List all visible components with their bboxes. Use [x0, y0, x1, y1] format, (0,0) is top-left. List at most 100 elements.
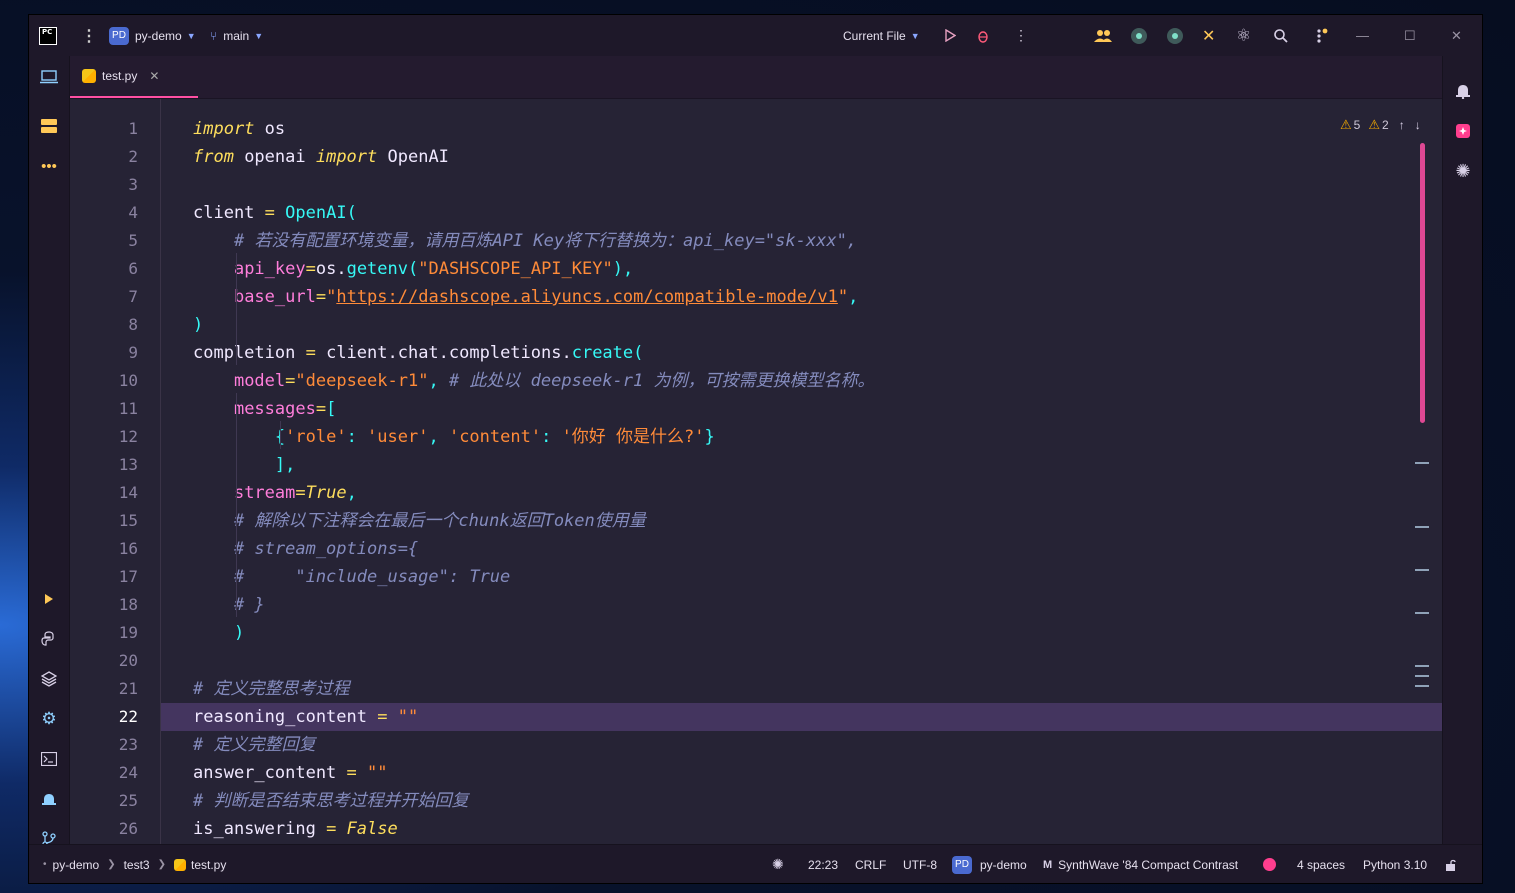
terminal-button[interactable]	[29, 747, 69, 771]
previous-problem-icon[interactable]: ↑	[1399, 118, 1405, 132]
line-number[interactable]: 13	[70, 451, 138, 479]
settings-menu-button[interactable]	[1314, 15, 1328, 56]
line-number[interactable]: 18	[70, 591, 138, 619]
line-number[interactable]: 1	[70, 115, 138, 143]
code-line[interactable]: import os	[193, 115, 285, 143]
code-line[interactable]: # 若没有配置环境变量，请用百炼API Key将下行替换为：api_key="s…	[193, 227, 857, 255]
inspection-widget[interactable]: ⚠ 5 ⚠ 2 ↑ ↓	[1340, 115, 1421, 135]
code-line[interactable]: # 定义完整思考过程	[193, 675, 349, 703]
main-menu-icon[interactable]: ⋮	[81, 15, 97, 56]
breadcrumb-item[interactable]: py-demo	[53, 858, 100, 872]
code-line[interactable]: stream=True,	[193, 479, 357, 507]
code-line[interactable]: completion = client.chat.completions.cre…	[193, 339, 643, 367]
more-actions-icon[interactable]: ⋮	[1014, 15, 1028, 56]
code-line[interactable]: ],	[193, 451, 295, 479]
line-number[interactable]: 10	[70, 367, 138, 395]
code-line[interactable]: # 解除以下注释会在最后一个chunk返回Token使用量	[193, 507, 646, 535]
line-number[interactable]: 26	[70, 815, 138, 843]
line-number[interactable]: 3	[70, 171, 138, 199]
code-line[interactable]: messages=[	[193, 395, 336, 423]
line-number[interactable]: 7	[70, 283, 138, 311]
line-number[interactable]: 4	[70, 199, 138, 227]
ai-assistant-icon[interactable]: ⚛	[1236, 15, 1251, 56]
code-line[interactable]: # }	[193, 591, 265, 619]
plugin-status-button-2[interactable]	[1166, 15, 1184, 56]
cursor-position[interactable]: 22:23	[808, 845, 838, 883]
indent-setting[interactable]: 4 spaces	[1297, 845, 1345, 883]
code-line[interactable]: )	[193, 311, 203, 339]
tab-close-icon[interactable]: ✕	[149, 69, 159, 83]
database-button[interactable]	[29, 114, 69, 138]
run-button[interactable]	[944, 15, 956, 56]
line-number[interactable]: 25	[70, 787, 138, 815]
code-line[interactable]: # stream_options={	[193, 535, 418, 563]
code-with-me-button[interactable]	[1094, 15, 1112, 56]
minimize-icon[interactable]: —	[1356, 15, 1369, 56]
status-pink-dot[interactable]	[1263, 845, 1276, 883]
line-number[interactable]: 17	[70, 563, 138, 591]
interpreter-selector[interactable]: PD py-demo	[952, 845, 1027, 883]
line-number[interactable]: 12	[70, 423, 138, 451]
line-separator[interactable]: CRLF	[855, 845, 886, 883]
maximize-icon[interactable]: ☐	[1404, 15, 1416, 56]
line-number[interactable]: 20	[70, 647, 138, 675]
problems-button[interactable]	[29, 787, 69, 811]
tab-test-py[interactable]: test.py ✕	[70, 56, 198, 98]
debug-button[interactable]	[976, 15, 990, 56]
theme-indicator[interactable]: M SynthWave '84 Compact Contrast	[1043, 845, 1238, 883]
python-version[interactable]: Python 3.10	[1363, 845, 1427, 883]
code-line[interactable]: answer_content = ""	[193, 759, 388, 787]
branch-selector[interactable]: ⑂ main ▼	[210, 15, 263, 56]
line-number[interactable]: 23	[70, 731, 138, 759]
line-number[interactable]: 24	[70, 759, 138, 787]
ai-chat-button[interactable]	[1443, 119, 1482, 143]
settings-gear-icon[interactable]: ⚙	[29, 707, 69, 731]
breadcrumb-item[interactable]: test3	[124, 858, 150, 872]
code-line[interactable]: # 判断是否结束思考过程并开始回复	[193, 787, 468, 815]
run-config-selector[interactable]: Current File ▼	[843, 15, 920, 56]
code-line[interactable]: is_answering = False	[193, 815, 398, 843]
tools-icon[interactable]: ✕	[1202, 15, 1215, 56]
python-console-button[interactable]	[29, 627, 69, 651]
project-view-button[interactable]	[29, 65, 69, 89]
code-line[interactable]: client = OpenAI(	[193, 199, 357, 227]
search-button[interactable]	[1274, 15, 1288, 56]
lock-button[interactable]	[1445, 845, 1457, 883]
line-number[interactable]: 16	[70, 535, 138, 563]
breadcrumb-item[interactable]: test.py	[191, 858, 226, 872]
code-line[interactable]: model="deepseek-r1", # 此处以 deepseek-r1 为…	[193, 367, 875, 395]
run-tool-button[interactable]	[29, 587, 69, 611]
line-number[interactable]: 15	[70, 507, 138, 535]
more-tools-icon[interactable]: •••	[29, 154, 69, 178]
line-number[interactable]: 6	[70, 255, 138, 283]
code-line[interactable]: api_key=os.getenv("DASHSCOPE_API_KEY"),	[193, 255, 633, 283]
code-line[interactable]: )	[193, 619, 244, 647]
line-number[interactable]: 21	[70, 675, 138, 703]
line-number[interactable]: 19	[70, 619, 138, 647]
line-number[interactable]: 22	[70, 703, 138, 731]
close-icon[interactable]: ✕	[1451, 15, 1462, 56]
ai-status-icon[interactable]: ✺	[772, 845, 784, 883]
notifications-button[interactable]	[1443, 79, 1482, 103]
project-selector[interactable]: PD py-demo ▼	[109, 15, 196, 56]
openai-icon[interactable]: ✺	[1443, 159, 1482, 183]
code-line[interactable]: reasoning_content = ""	[193, 703, 418, 731]
app-logo-icon[interactable]: PC	[39, 15, 59, 56]
line-number[interactable]: 8	[70, 311, 138, 339]
code-line[interactable]: {'role': 'user', 'content': '你好 你是什么?'}	[193, 423, 715, 451]
line-number[interactable]: 11	[70, 395, 138, 423]
line-number[interactable]: 2	[70, 143, 138, 171]
next-problem-icon[interactable]: ↓	[1415, 118, 1421, 132]
plugin-status-button[interactable]	[1130, 15, 1148, 56]
code-line[interactable]: from openai import OpenAI	[193, 143, 449, 171]
line-number[interactable]: 14	[70, 479, 138, 507]
layers-button[interactable]	[29, 667, 69, 691]
line-number[interactable]: 9	[70, 339, 138, 367]
code-line[interactable]: # 定义完整回复	[193, 731, 315, 759]
file-encoding[interactable]: UTF-8	[903, 845, 937, 883]
code-line[interactable]: # "include_usage": True	[193, 563, 510, 591]
code-editor[interactable]: 1 2 3 4 5 6 7 8 9 10 11 12 13 14 15 16 17 18 19 20 21 22 23 24 2…	[70, 99, 1442, 844]
line-number[interactable]: 5	[70, 227, 138, 255]
code-line[interactable]: base_url="https://dashscope.aliyuncs.com…	[193, 283, 858, 311]
vertical-scrollbar[interactable]	[1420, 143, 1425, 423]
